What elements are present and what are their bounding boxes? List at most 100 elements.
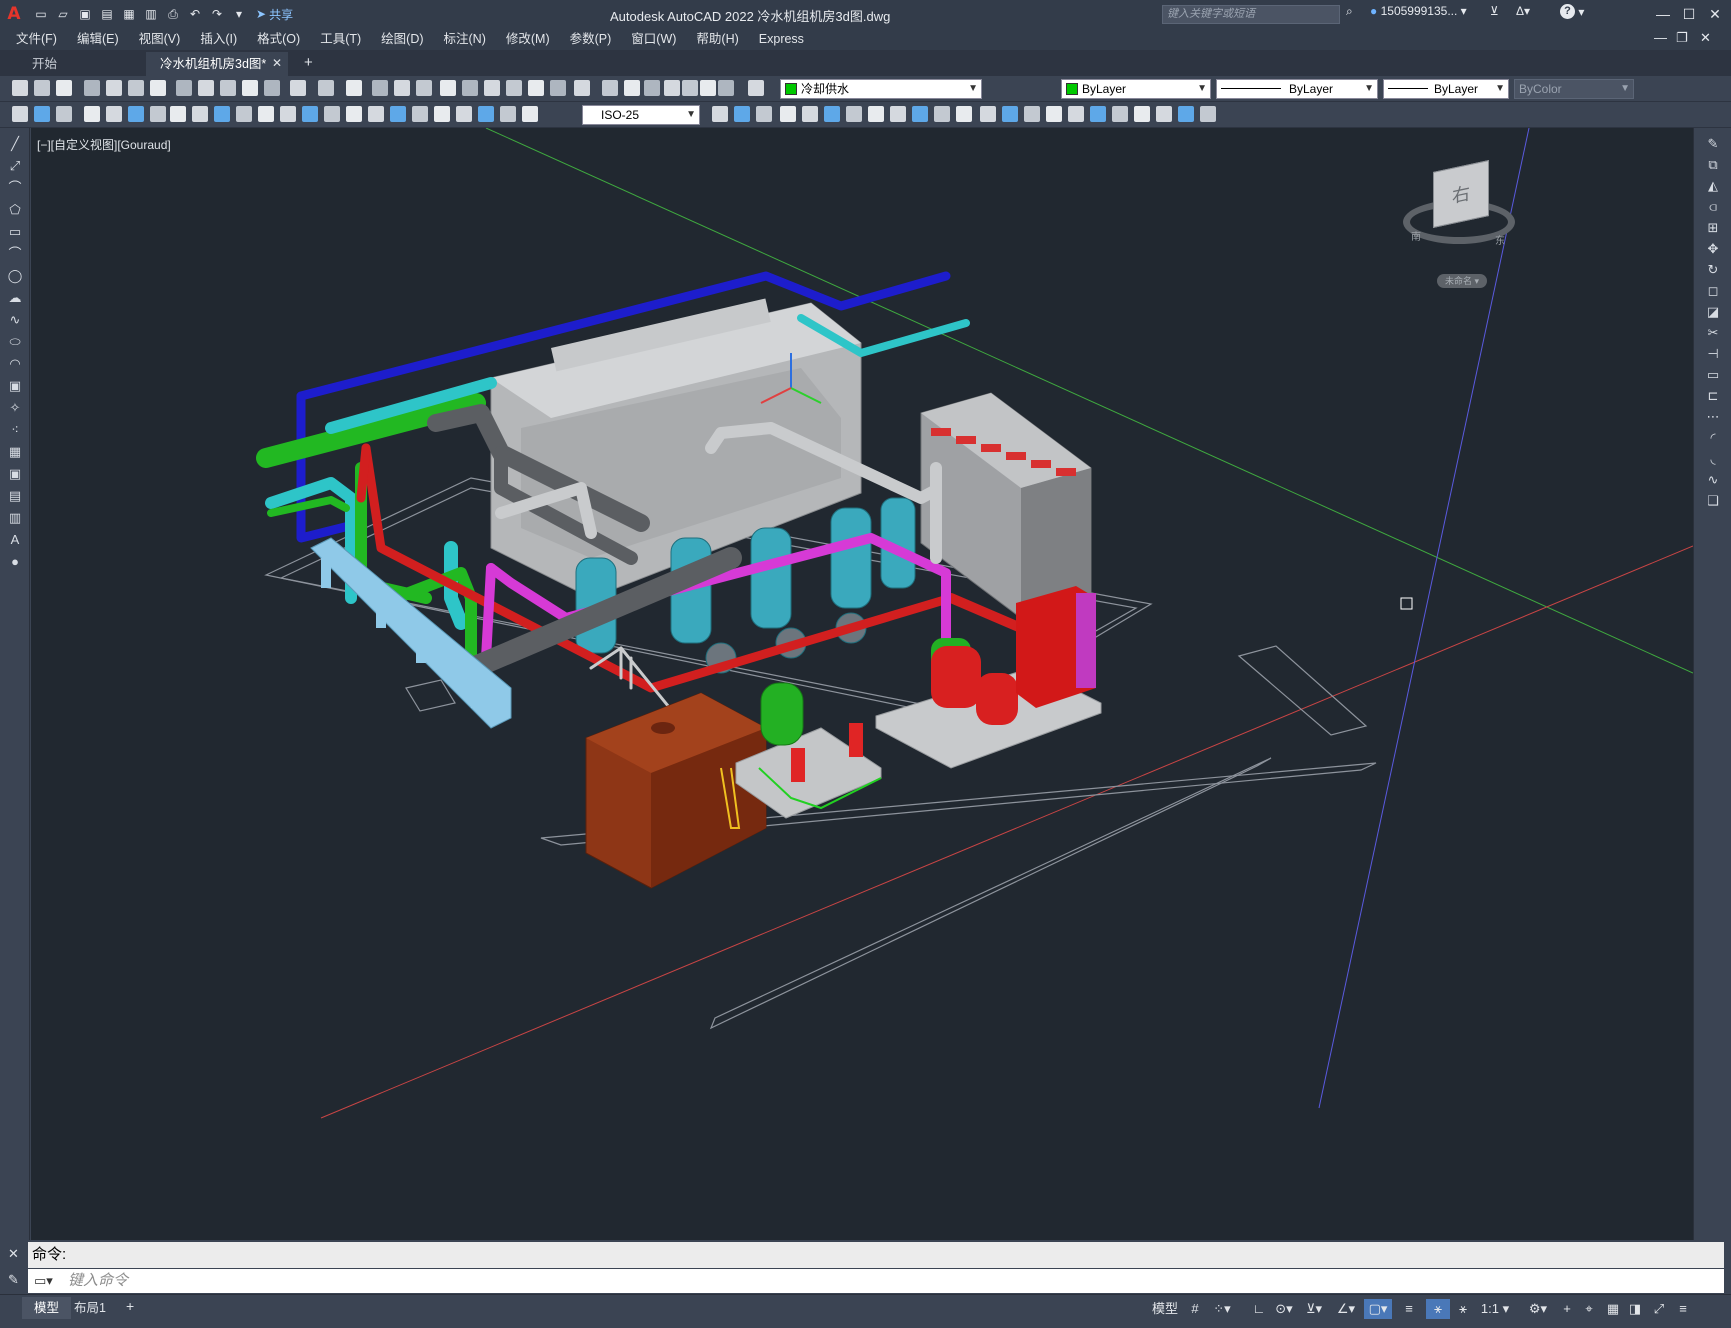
toolbar-tool-icon[interactable] <box>346 80 362 96</box>
modify-tool-icon[interactable]: ⋯ <box>1705 409 1721 425</box>
compass-south[interactable]: 南 <box>1411 228 1421 243</box>
toolbar-tool-icon[interactable] <box>700 80 716 96</box>
toolbar-tool-icon[interactable] <box>290 80 306 96</box>
draw-tool-icon[interactable]: ▤ <box>7 488 23 504</box>
modify-tool-icon[interactable]: ◭ <box>1705 178 1721 194</box>
draw-tool-icon[interactable]: ☁ <box>7 290 23 306</box>
toolbar-tool-icon[interactable] <box>198 80 214 96</box>
toolbar-tool-icon[interactable] <box>12 106 28 122</box>
add-layout-icon[interactable]: + <box>126 1298 134 1314</box>
menu-edit[interactable]: 编辑(E) <box>67 28 129 50</box>
toolbar-tool-icon[interactable] <box>890 106 906 122</box>
model-space-button[interactable]: 模型 <box>1150 1299 1180 1319</box>
draw-tool-icon[interactable]: ⌒ <box>7 180 23 196</box>
annotation-visibility-icon[interactable]: ⚹ <box>1426 1299 1450 1319</box>
draw-tool-icon[interactable]: ⬠ <box>7 202 23 218</box>
maximize-icon[interactable]: ☐ <box>1678 3 1700 25</box>
toolbar-tool-icon[interactable] <box>368 106 384 122</box>
toolbar-tool-icon[interactable] <box>324 106 340 122</box>
menu-dimension[interactable]: 标注(N) <box>434 28 496 50</box>
toolbar-tool-icon[interactable] <box>868 106 884 122</box>
modify-tool-icon[interactable]: ◟ <box>1705 451 1721 467</box>
toolbar-tool-icon[interactable] <box>1024 106 1040 122</box>
toolbar-tool-icon[interactable] <box>302 106 318 122</box>
dimstyle-dropdown[interactable]: ISO-25 ▼ <box>582 105 700 125</box>
close-command-icon[interactable]: ✕ <box>8 1246 19 1262</box>
toolbar-tool-icon[interactable] <box>574 80 590 96</box>
help-button[interactable]: ? ▾ <box>1560 4 1584 19</box>
toolbar-tool-icon[interactable] <box>682 80 698 96</box>
menu-format[interactable]: 格式(O) <box>247 28 310 50</box>
draw-tool-icon[interactable]: ● <box>7 554 23 570</box>
toolbar-tool-icon[interactable] <box>106 80 122 96</box>
draw-tool-icon[interactable]: ◠ <box>7 356 23 372</box>
autodesk-app-button[interactable]: Δ▾ <box>1516 4 1530 18</box>
toolbar-tool-icon[interactable] <box>1002 106 1018 122</box>
toolbar-tool-icon[interactable] <box>56 80 72 96</box>
modify-tool-icon[interactable]: ⫏ <box>1705 199 1721 215</box>
search-input[interactable]: 键入关键字或短语 <box>1162 5 1340 24</box>
modify-tool-icon[interactable]: ⊞ <box>1705 220 1721 236</box>
modify-tool-icon[interactable]: ⊣ <box>1705 346 1721 362</box>
tab-close-icon[interactable]: ✕ <box>272 56 282 70</box>
user-menu[interactable]: ● 1505999135... ▾ <box>1370 4 1467 18</box>
toolbar-tool-icon[interactable] <box>478 106 494 122</box>
share-button[interactable]: ➤ 共享 <box>256 6 293 23</box>
menu-tools[interactable]: 工具(T) <box>310 28 371 50</box>
qat-dropdown-icon[interactable]: ▾ <box>230 5 248 23</box>
menu-draw[interactable]: 绘图(D) <box>371 28 433 50</box>
customization-icon[interactable]: ≡ <box>1674 1299 1692 1319</box>
draw-tool-icon[interactable]: ◯ <box>7 268 23 284</box>
toolbar-tool-icon[interactable] <box>84 80 100 96</box>
toolbar-tool-icon[interactable] <box>106 106 122 122</box>
toolbar-tool-icon[interactable] <box>1178 106 1194 122</box>
toolbar-tool-icon[interactable] <box>128 106 144 122</box>
plot-icon[interactable]: ▥ <box>142 5 160 23</box>
tab-start[interactable]: 开始 <box>18 52 146 76</box>
toolbar-tool-icon[interactable] <box>602 80 618 96</box>
toolbar-tool-icon[interactable] <box>500 106 516 122</box>
toolbar-tool-icon[interactable] <box>824 106 840 122</box>
osnap-icon[interactable]: ▢▾ <box>1364 1299 1392 1319</box>
toolbar-tool-icon[interactable] <box>624 80 640 96</box>
modify-tool-icon[interactable]: ⧉ <box>1705 157 1721 173</box>
toolbar-tool-icon[interactable] <box>258 106 274 122</box>
units-icon[interactable]: ⌖ <box>1580 1299 1598 1319</box>
toolbar-tool-icon[interactable] <box>34 106 50 122</box>
menu-window[interactable]: 窗口(W) <box>621 28 686 50</box>
toolbar-tool-icon[interactable] <box>242 80 258 96</box>
toolbar-tool-icon[interactable] <box>192 106 208 122</box>
print-icon[interactable]: ⎙ <box>164 5 182 23</box>
toolbar-tool-icon[interactable] <box>664 80 680 96</box>
toolbar-tool-icon[interactable] <box>1046 106 1062 122</box>
lineweight-dropdown[interactable]: ByLayer ▼ <box>1383 79 1509 99</box>
draw-tool-icon[interactable]: A <box>7 532 23 548</box>
modify-tool-icon[interactable]: ◻ <box>1705 283 1721 299</box>
toolbar-tool-icon[interactable] <box>84 106 100 122</box>
toolbar-tool-icon[interactable] <box>456 106 472 122</box>
new-tab-icon[interactable]: + <box>304 54 313 71</box>
modify-tool-icon[interactable]: ✥ <box>1705 241 1721 257</box>
toolbar-tool-icon[interactable] <box>236 106 252 122</box>
open-icon[interactable]: ▱ <box>54 5 72 23</box>
polar-icon[interactable]: ⊙▾ <box>1272 1299 1296 1319</box>
add-icon[interactable]: + <box>1558 1299 1576 1319</box>
toolbar-tool-icon[interactable] <box>1112 106 1128 122</box>
draw-tool-icon[interactable]: ⬭ <box>7 334 23 350</box>
toolbar-tool-icon[interactable] <box>440 80 456 96</box>
otrack-icon[interactable]: ∠▾ <box>1334 1299 1358 1319</box>
draw-tool-icon[interactable]: ▣ <box>7 466 23 482</box>
lineweight-icon[interactable]: ≡ <box>1400 1299 1418 1319</box>
snap-icon[interactable]: ⁘▾ <box>1210 1299 1234 1319</box>
grid-icon[interactable]: # <box>1186 1299 1204 1319</box>
toolbar-tool-icon[interactable] <box>846 106 862 122</box>
modify-tool-icon[interactable]: ✎ <box>1705 136 1721 152</box>
toolbar-tool-icon[interactable] <box>484 80 500 96</box>
toolbar-tool-icon[interactable] <box>280 106 296 122</box>
toolbar-tool-icon[interactable] <box>912 106 928 122</box>
toolbar-tool-icon[interactable] <box>412 106 428 122</box>
undo-icon[interactable]: ↶ <box>186 5 204 23</box>
toolbar-tool-icon[interactable] <box>550 80 566 96</box>
toolbar-tool-icon[interactable] <box>756 106 772 122</box>
draw-tool-icon[interactable]: ▣ <box>7 378 23 394</box>
